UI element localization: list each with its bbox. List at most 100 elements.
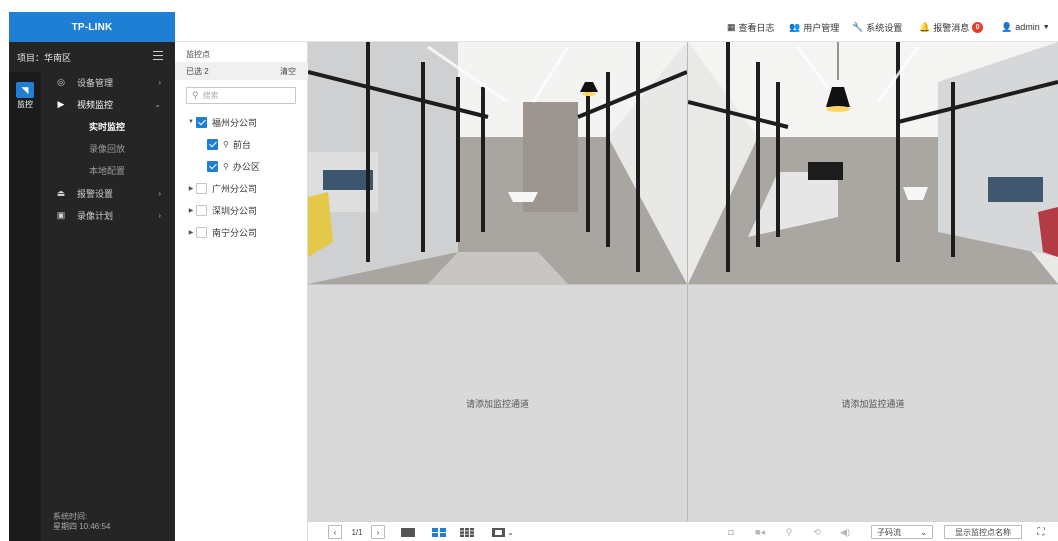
- fullscreen-glyph: ⛶: [1037, 526, 1045, 538]
- chevron-right-icon: ›: [158, 188, 161, 198]
- add-channel-hint: 请添加监控通道: [465, 398, 529, 409]
- layout-2x2-icon[interactable]: [432, 528, 446, 537]
- users-icon: 👥: [789, 21, 801, 32]
- tree-node-label: 办公区: [232, 161, 260, 172]
- video-feed-image: [308, 42, 687, 284]
- chevron-left-icon: ‹: [333, 527, 337, 537]
- submenu-playback-label: 录像回放: [89, 143, 126, 154]
- tree-node-label: 深圳分公司: [212, 205, 258, 216]
- grid-divider-horizontal: [308, 284, 1058, 285]
- layout-more-dropdown[interactable]: ⌄: [488, 525, 518, 539]
- video-cell-empty[interactable]: 请添加监控通道: [308, 285, 687, 521]
- fullscreen-icon[interactable]: ⛶: [1034, 525, 1048, 539]
- snapshot-icon[interactable]: ◘: [724, 525, 738, 539]
- stream-select-value: 子码流: [877, 527, 901, 537]
- tree-node-nanning[interactable]: ▶ 南宁分公司: [186, 224, 257, 240]
- checkbox-guangzhou[interactable]: [196, 182, 207, 194]
- top-header: ▦ 查看日志 👥 用户管理 🔧 系统设置 🔔 报警消息 0 👤 admin ▼: [175, 12, 1058, 42]
- rail-item-monitor[interactable]: ◥ 监控: [12, 82, 38, 110]
- rail-item-label: 监控: [17, 100, 33, 109]
- checkbox-nanning[interactable]: [196, 226, 207, 238]
- panel-title: 监控点: [186, 50, 210, 59]
- grid-divider-vertical: [687, 42, 688, 521]
- submenu-local-config-label: 本地配置: [89, 165, 126, 176]
- expand-arrow-icon[interactable]: ▶: [186, 185, 196, 192]
- chevron-right-icon: ›: [376, 527, 380, 537]
- tree-node-office[interactable]: ⚲ 办公区: [207, 158, 260, 174]
- wrench-icon: 🔧: [852, 21, 864, 32]
- checkbox-fuzhou[interactable]: [196, 116, 207, 128]
- user-menu[interactable]: 👤 admin ▼: [1001, 12, 1050, 42]
- show-names-button[interactable]: 显示监控点名称: [944, 525, 1022, 539]
- page-indicator-text: 1/1: [351, 527, 363, 537]
- menu-toggle-icon[interactable]: [153, 51, 163, 60]
- expand-arrow-icon[interactable]: ▼: [186, 119, 196, 125]
- next-page-button[interactable]: ›: [371, 525, 385, 539]
- selected-count: 已选 2: [186, 67, 209, 76]
- project-selector[interactable]: 项目：华南区: [9, 42, 175, 72]
- tree-node-shenzhen[interactable]: ▶ 深圳分公司: [186, 202, 257, 218]
- menu-record-plan[interactable]: ▣ 录像计划 ›: [41, 204, 175, 226]
- clear-selection-link[interactable]: 清空: [280, 66, 296, 77]
- user-management-label: 用户管理: [803, 22, 840, 33]
- chevron-right-icon: ›: [158, 77, 161, 87]
- search-input[interactable]: [202, 91, 283, 100]
- checkbox-qiantai[interactable]: [207, 138, 218, 150]
- expand-arrow-icon[interactable]: ▶: [186, 207, 196, 214]
- top-strip: [0, 0, 1058, 12]
- checkbox-shenzhen[interactable]: [196, 204, 207, 216]
- username-label: admin: [1015, 22, 1040, 32]
- layout-1x1-icon[interactable]: [401, 528, 415, 537]
- show-names-label: 显示监控点名称: [955, 527, 1011, 537]
- prev-page-button[interactable]: ‹: [328, 525, 342, 539]
- video-camera-icon: ▣: [56, 209, 66, 220]
- video-cell-front-desk[interactable]: [308, 42, 687, 284]
- project-label: 项目：华南区: [17, 52, 72, 63]
- tree-node-qiantai[interactable]: ⚲ 前台: [207, 136, 251, 152]
- volume-icon[interactable]: ◀): [838, 525, 852, 539]
- tree-node-label: 广州分公司: [212, 183, 258, 194]
- menu-alarm-settings[interactable]: ⏏ 报警设置 ›: [41, 182, 175, 204]
- video-cell-empty[interactable]: 请添加监控通道: [688, 285, 1058, 521]
- monitor-point-panel: 监控点 已选 2 清空 ⚲ ▼ 福州分公司 ⚲ 前台 ⚲ 办公区 ▶ 广州分公司…: [175, 42, 308, 541]
- alarm-messages-link[interactable]: 🔔 报警消息 0: [919, 12, 984, 42]
- rotate-icon[interactable]: ⟲: [810, 525, 824, 539]
- submenu-live-view[interactable]: 实时监控: [89, 115, 125, 137]
- record-icon[interactable]: ■◂: [753, 525, 767, 539]
- stream-select[interactable]: 子码流 ⌄: [871, 525, 933, 539]
- search-box[interactable]: ⚲: [186, 87, 296, 104]
- play-icon: ▶: [57, 98, 65, 109]
- system-settings-label: 系统设置: [866, 22, 903, 33]
- video-cell-office-area[interactable]: [688, 42, 1058, 284]
- system-time-value: 星期四 10:46:54: [53, 522, 111, 531]
- alarm-count-badge: 0: [972, 21, 984, 33]
- menu-video-monitoring[interactable]: ▶ 视频监控 ⌄: [41, 93, 175, 115]
- menu-device-label: 设备管理: [77, 77, 114, 88]
- tree-node-guangzhou[interactable]: ▶ 广州分公司: [186, 180, 257, 196]
- alarm-messages-label: 报警消息: [933, 22, 970, 33]
- menu-video-label: 视频监控: [77, 99, 114, 110]
- user-icon: 👤: [1001, 21, 1013, 32]
- tree-node-fuzhou[interactable]: ▼ 福州分公司: [186, 114, 257, 130]
- chevron-down-icon: ⌄: [920, 527, 927, 537]
- expand-arrow-icon[interactable]: ▶: [186, 229, 196, 236]
- caret-down-icon: ▼: [1042, 23, 1050, 31]
- checkbox-office[interactable]: [207, 160, 218, 172]
- module-rail: ◥ 监控: [9, 72, 41, 541]
- tree-node-label: 前台: [232, 139, 251, 150]
- submenu-playback[interactable]: 录像回放: [89, 137, 125, 159]
- log-icon: ▦: [727, 21, 736, 32]
- user-management-link[interactable]: 👥 用户管理: [789, 12, 839, 42]
- search-icon: ⚲: [192, 90, 199, 100]
- location-pin-icon: ⚲: [223, 161, 229, 171]
- tp-link-logo: TP-LINK: [9, 12, 175, 42]
- view-log-link[interactable]: ▦ 查看日志: [727, 12, 775, 42]
- bell-icon: 🔔: [919, 21, 931, 32]
- menu-device-management[interactable]: ◎ 设备管理 ›: [41, 71, 175, 93]
- layout-3x3-icon[interactable]: [460, 528, 474, 537]
- submenu-local-config[interactable]: 本地配置: [89, 159, 125, 181]
- zoom-icon[interactable]: ⚲: [782, 525, 796, 539]
- chevron-down-icon: ⌄: [154, 99, 161, 109]
- add-channel-hint: 请添加监控通道: [841, 398, 905, 409]
- system-settings-link[interactable]: 🔧 系统设置: [852, 12, 902, 42]
